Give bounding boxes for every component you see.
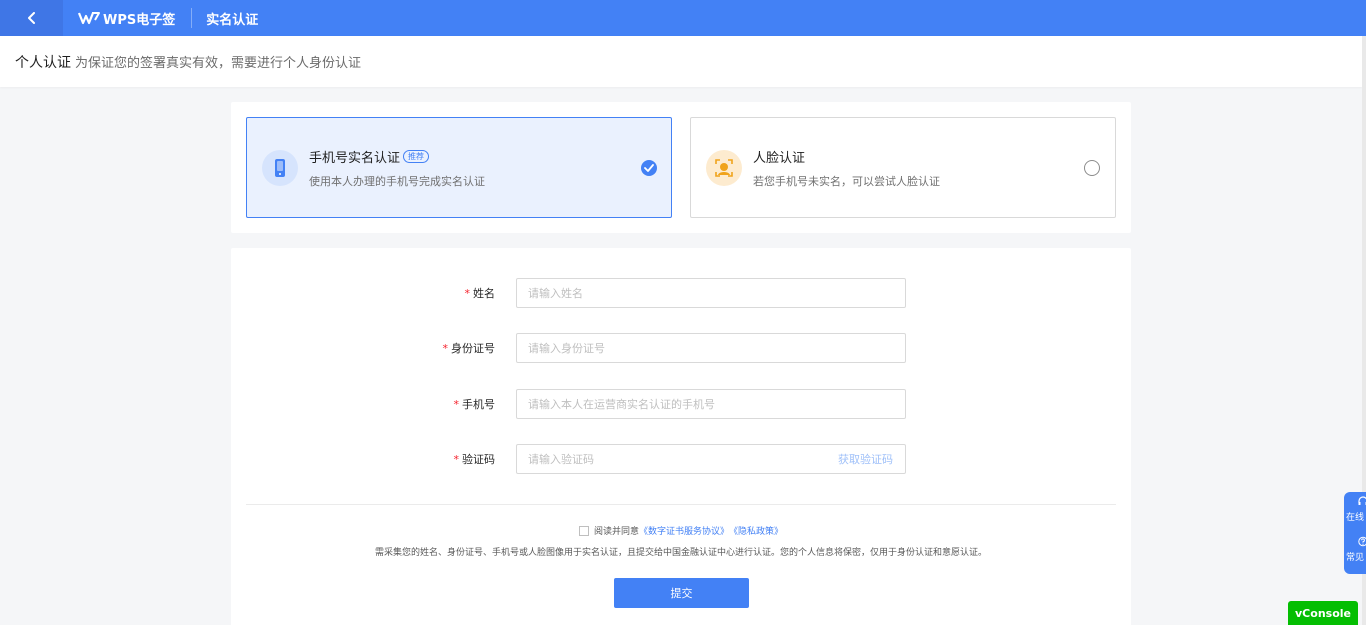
recommend-badge: 推荐	[403, 150, 430, 163]
agreement-row: 阅读并同意 《数字证书服务协议》 《隐私政策》	[231, 524, 1131, 537]
submit-button[interactable]: 提交	[614, 578, 749, 608]
checkmark-icon	[641, 160, 657, 176]
form-row-name: * 姓名	[231, 278, 1131, 308]
chevron-left-icon	[27, 12, 35, 24]
back-button[interactable]	[0, 0, 63, 36]
radio-button[interactable]	[1084, 160, 1100, 176]
brand-name: WPS电子签	[103, 12, 176, 28]
required-mark: *	[442, 342, 449, 355]
phone-icon	[262, 150, 298, 186]
section-header: 个人认证 为保证您的签署真实有效，需要进行个人身份认证	[0, 36, 1362, 87]
headset-icon	[1358, 496, 1366, 505]
top-bar: WPS电子签 实名认证	[0, 0, 1366, 36]
vconsole-button[interactable]: vConsole	[1288, 601, 1358, 625]
method-phone-option[interactable]: 手机号实名认证 推荐 使用本人办理的手机号完成实名认证	[246, 117, 672, 218]
method-face-description: 若您手机号未实名，可以尝试人脸认证	[753, 175, 940, 188]
question-icon	[1358, 536, 1366, 547]
brand: WPS电子签	[78, 9, 175, 28]
wps-logo-icon	[78, 12, 100, 25]
form-row-id: * 身份证号	[231, 333, 1131, 363]
phone-input[interactable]	[516, 389, 906, 419]
id-label: * 身份证号	[443, 340, 496, 356]
form-divider	[246, 504, 1116, 505]
auth-method-panel: 手机号实名认证 推荐 使用本人办理的手机号完成实名认证 人脸认证 若您手机号未实…	[231, 102, 1131, 233]
id-number-input[interactable]	[516, 333, 906, 363]
method-face-option[interactable]: 人脸认证 若您手机号未实名，可以尝试人脸认证	[690, 117, 1116, 218]
online-service-button[interactable]: 在线	[1346, 496, 1366, 523]
name-label-text: 姓名	[473, 287, 495, 300]
phone-label: * 手机号	[454, 396, 496, 412]
form-row-phone: * 手机号	[231, 389, 1131, 419]
certificate-agreement-link[interactable]: 《数字证书服务协议》	[639, 524, 729, 537]
method-face-title: 人脸认证	[753, 147, 805, 166]
name-label: * 姓名	[465, 285, 496, 301]
code-label: * 验证码	[454, 451, 496, 467]
required-mark: *	[453, 398, 460, 411]
section-description: 为保证您的签署真实有效，需要进行个人身份认证	[75, 56, 362, 71]
phone-label-text: 手机号	[462, 398, 495, 411]
method-face-title-text: 人脸认证	[753, 151, 806, 166]
get-code-button[interactable]: 获取验证码	[838, 451, 893, 467]
topbar-divider	[191, 8, 193, 28]
required-mark: *	[453, 453, 460, 466]
page-title: 实名认证	[206, 12, 259, 28]
privacy-notice: 需采集您的姓名、身份证号、手机号或人脸图像用于实名认证，且提交给中国金融认证中心…	[374, 548, 987, 558]
section-title: 个人认证	[15, 54, 71, 71]
privacy-policy-link[interactable]: 《隐私政策》	[729, 524, 783, 537]
online-service-label: 在线	[1346, 513, 1365, 523]
auth-form: *姓名 *身份证号 *手机号 *验证码 获取验证码 阅读并同意 《数字证书服务协…	[231, 248, 1131, 625]
code-label-text: 验证码	[462, 453, 495, 466]
required-mark: *	[464, 287, 471, 300]
method-phone-title-text: 手机号实名认证	[309, 151, 401, 166]
agreement-checkbox[interactable]	[578, 525, 589, 536]
face-icon	[706, 150, 742, 186]
method-phone-title: 手机号实名认证 推荐	[309, 147, 430, 166]
faq-label: 常见	[1346, 553, 1365, 563]
faq-button[interactable]: 常见	[1346, 536, 1366, 563]
name-input[interactable]	[516, 278, 906, 308]
agreement-prefix: 阅读并同意	[593, 527, 639, 537]
form-row-code: *验证码 获取验证码	[231, 444, 1131, 474]
id-label-text: 身份证号	[451, 342, 495, 355]
method-phone-description: 使用本人办理的手机号完成实名认证	[309, 175, 485, 188]
floating-service-panel: 在线 常见	[1344, 492, 1366, 574]
